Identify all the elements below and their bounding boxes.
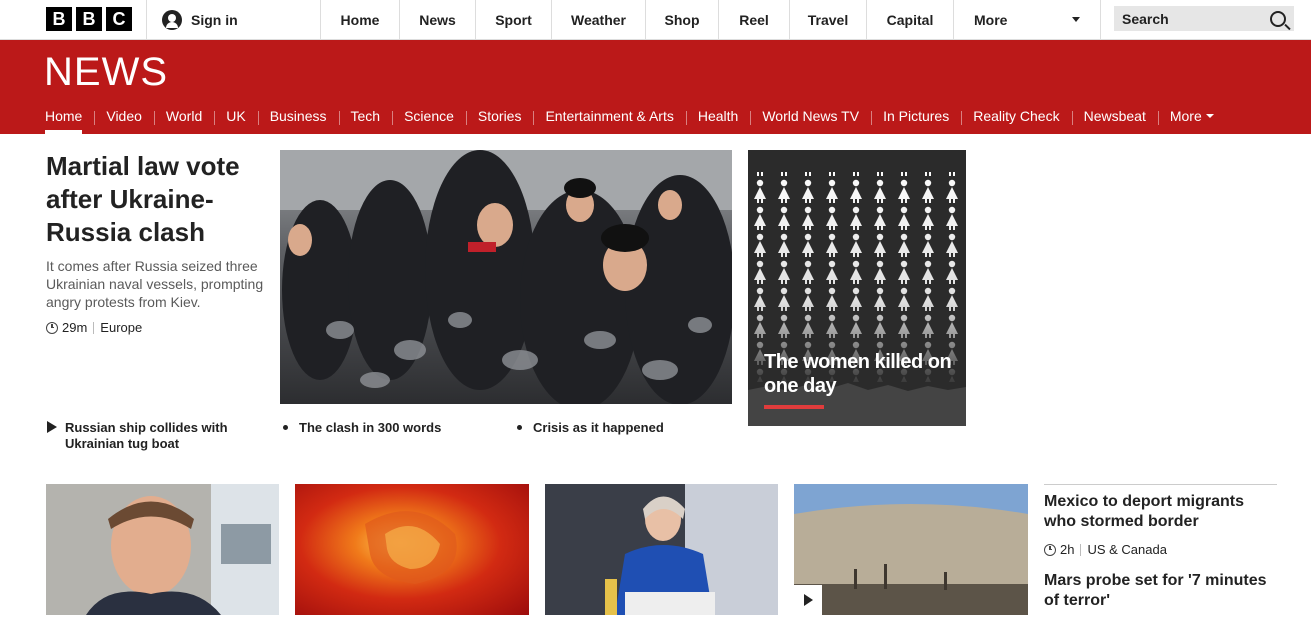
story-meta: 2h US & Canada xyxy=(1044,542,1167,557)
section-home[interactable]: Home xyxy=(33,98,94,134)
global-nav: Home News Sport Weather Shop Reel Travel… xyxy=(320,0,1101,39)
dust-storm-photo xyxy=(794,484,1028,615)
section-science[interactable]: Science xyxy=(392,98,466,134)
global-nav-more[interactable]: More xyxy=(953,0,1101,39)
meta-divider xyxy=(1080,543,1082,556)
section-more-label: More xyxy=(1169,108,1202,124)
section-video[interactable]: Video xyxy=(94,98,154,134)
story-headline[interactable]: Mars probe set for '7 minutes of terror' xyxy=(1044,571,1279,611)
global-nav-reel[interactable]: Reel xyxy=(718,0,789,39)
logo-letter-b2: B xyxy=(76,7,102,31)
global-header: B B C Sign in Home News Sport Weather Sh… xyxy=(0,0,1311,40)
chevron-down-icon xyxy=(1205,114,1214,118)
global-nav-travel[interactable]: Travel xyxy=(789,0,866,39)
related-link-label: Russian ship collides with Ukrainian tug… xyxy=(65,420,228,451)
sign-in-button[interactable]: Sign in xyxy=(162,0,238,39)
meta-divider xyxy=(93,321,95,334)
section-newsbeat[interactable]: Newsbeat xyxy=(1071,98,1158,134)
section-uk[interactable]: UK xyxy=(214,98,257,134)
search-input[interactable] xyxy=(1122,10,1242,27)
section-more[interactable]: More xyxy=(1157,98,1226,134)
section-world[interactable]: World xyxy=(153,98,214,134)
embryo-illustration xyxy=(365,511,457,584)
divider xyxy=(146,0,147,39)
search-icon[interactable] xyxy=(1270,10,1286,27)
section-nav: Home Video World UK Business Tech Scienc… xyxy=(33,98,1226,134)
global-nav-capital[interactable]: Capital xyxy=(866,0,953,39)
story-thumbnail[interactable] xyxy=(295,484,529,615)
lead-meta: 29m Europe xyxy=(46,320,142,335)
bbc-logo[interactable]: B B C xyxy=(46,7,132,31)
story-headline[interactable]: Mexico to deport migrants who stormed bo… xyxy=(1044,492,1279,532)
video-badge[interactable] xyxy=(794,585,822,615)
news-header: NEWS Home Video World UK Business Tech S… xyxy=(0,40,1311,134)
lead-summary: It comes after Russia seized three Ukrai… xyxy=(46,258,264,310)
clock-icon xyxy=(1044,543,1056,556)
story-thumbnail[interactable] xyxy=(46,484,279,615)
user-icon xyxy=(162,9,182,30)
section-health[interactable]: Health xyxy=(685,98,750,134)
clock-icon xyxy=(46,321,58,334)
section-entertainment-arts[interactable]: Entertainment & Arts xyxy=(533,98,685,134)
related-link-label: Crisis as it happened xyxy=(533,420,664,435)
story-thumbnail[interactable] xyxy=(794,484,1028,615)
section-tech[interactable]: Tech xyxy=(338,98,393,134)
section-stories[interactable]: Stories xyxy=(465,98,534,134)
related-link-video[interactable]: Russian ship collides with Ukrainian tug… xyxy=(46,420,246,452)
section-world-news-tv[interactable]: World News TV xyxy=(750,98,871,134)
lead-story-image[interactable] xyxy=(280,150,732,404)
play-icon xyxy=(47,421,57,433)
promo-accent-bar xyxy=(764,405,824,409)
story-thumbnail[interactable] xyxy=(545,484,778,615)
divider xyxy=(1044,484,1277,485)
global-nav-news[interactable]: News xyxy=(399,0,475,39)
search-box[interactable] xyxy=(1114,6,1294,31)
global-nav-more-label: More xyxy=(974,11,1008,28)
section-reality-check[interactable]: Reality Check xyxy=(961,98,1071,134)
section-business[interactable]: Business xyxy=(257,98,339,134)
related-link-label: The clash in 300 words xyxy=(299,420,442,435)
section-in-pictures[interactable]: In Pictures xyxy=(871,98,961,134)
logo-letter-c: C xyxy=(106,7,132,31)
sign-in-label: Sign in xyxy=(191,11,238,28)
related-link[interactable]: The clash in 300 words xyxy=(280,420,500,436)
global-nav-home[interactable]: Home xyxy=(320,0,399,39)
lead-headline[interactable]: Martial law vote after Ukraine-Russia cl… xyxy=(46,150,266,249)
protest-crowd-photo xyxy=(280,150,732,404)
related-link[interactable]: Crisis as it happened xyxy=(514,420,734,436)
bullet-icon xyxy=(517,425,522,430)
global-nav-sport[interactable]: Sport xyxy=(475,0,551,39)
story-time: 2h xyxy=(1060,542,1075,557)
play-icon xyxy=(803,594,813,606)
bullet-icon xyxy=(283,425,288,430)
portrait-photo xyxy=(46,484,279,615)
promo-title: The women killed on one day xyxy=(764,351,952,397)
global-nav-shop[interactable]: Shop xyxy=(645,0,718,39)
lead-category-link[interactable]: Europe xyxy=(100,320,142,335)
story-category-link[interactable]: US & Canada xyxy=(1087,542,1167,557)
news-logo[interactable]: NEWS xyxy=(44,50,168,95)
global-nav-weather[interactable]: Weather xyxy=(551,0,645,39)
lead-time: 29m xyxy=(62,320,88,335)
chevron-down-icon xyxy=(1072,17,1080,22)
promo-card[interactable]: The women killed on one day xyxy=(748,150,966,426)
logo-letter-b1: B xyxy=(46,7,72,31)
politician-photo xyxy=(545,484,778,615)
